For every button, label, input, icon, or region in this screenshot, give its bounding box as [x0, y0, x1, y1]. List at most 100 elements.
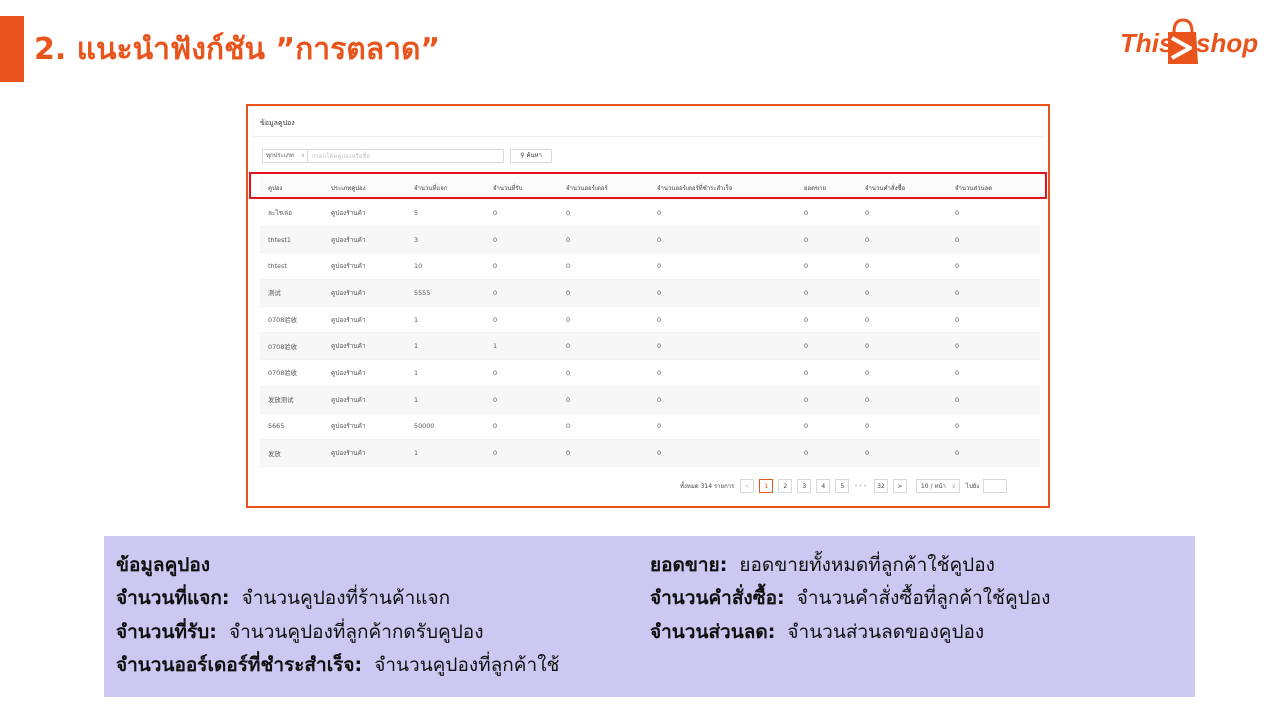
table-cell: 0	[804, 315, 809, 324]
pagination-total: ทั้งหมด 314 รายการ	[680, 483, 735, 490]
legend-heading: ข้อมูลคูปอง	[116, 554, 211, 576]
table-cell: 3	[414, 235, 419, 244]
table-cell: 0	[493, 449, 498, 458]
table-cell: 0	[657, 315, 662, 324]
coupon-table-body: ละไรเล่อ คูปองร้านค้า 5 0 0 0 0 0 0 thtest1 คูปองร…	[260, 200, 1040, 467]
search-button[interactable]: ⚲ ค้นหา	[510, 149, 552, 163]
table-cell: 0	[955, 422, 960, 431]
table-row: 发放 คูปองร้านค้า 1 0 0 0 0 0 0	[260, 440, 1040, 467]
table-cell: 0	[804, 208, 809, 217]
page-button-32[interactable]: 32	[873, 479, 888, 493]
table-cell: คูปองร้านค้า	[331, 422, 366, 431]
table-cell: 0	[804, 422, 809, 431]
table-header: คูปอง ประเภทคูปอง จำนวนที่แจก จำนวนที่รั…	[260, 176, 1040, 200]
legend-term: จำนวนส่วนลด	[650, 621, 768, 643]
column-header-coupon: คูปอง	[268, 185, 283, 192]
legend-item: จำนวนออร์เดอร์ที่ชำระสำเร็จ: จำนวนคูปองท…	[116, 654, 560, 676]
shopping-bag-icon	[1168, 18, 1198, 64]
legend-item: ยอดขาย: ยอดขายทั้งหมดที่ลูกค้าใช้คูปอง	[650, 554, 995, 576]
table-cell: 5555	[414, 288, 431, 297]
table-cell: 0	[955, 368, 960, 377]
table-cell: 0708验收	[268, 369, 298, 378]
table-cell: ละไรเล่อ	[268, 208, 292, 217]
table-cell: 0	[657, 422, 662, 431]
table-cell: 0	[493, 262, 498, 271]
table-cell: 50000	[414, 422, 435, 431]
screenshot-frame: ข้อมูลคูปอง ทุกประเภท ∨ ⚲ ค้นหา คูปอง ปร…	[246, 104, 1050, 508]
legend-desc: จำนวนคูปองที่ร้านค้าแจก	[241, 587, 451, 609]
page-button-5[interactable]: 5	[835, 479, 850, 493]
table-cell: 1	[414, 315, 419, 324]
chevron-down-icon: ∨	[951, 482, 956, 490]
legend-term: จำนวนที่รับ	[116, 621, 210, 643]
legend-term: จำนวนที่แจก	[116, 587, 222, 609]
table-cell: 1	[414, 342, 419, 351]
pagination: ทั้งหมด 314 รายการ < 1 2 3 4 5 ••• 32 > …	[680, 478, 1008, 494]
column-header-distributed: จำนวนที่แจก	[414, 185, 448, 192]
table-cell: คูปองร้านค้า	[331, 315, 366, 324]
table-cell: 0	[955, 449, 960, 458]
table-cell: 1	[414, 449, 419, 458]
thisshop-logo: This shop	[1118, 16, 1268, 68]
table-cell: 0	[657, 395, 662, 404]
table-cell: 0	[657, 208, 662, 217]
page-button-3[interactable]: 3	[797, 479, 812, 493]
table-row: 0708验收 คูปองร้านค้า 1 0 0 0 0 0 0	[260, 360, 1040, 387]
table-cell: 0	[657, 368, 662, 377]
logo-text-shop: shop	[1196, 28, 1259, 58]
table-cell: 0	[865, 288, 870, 297]
next-page-button[interactable]: >	[892, 479, 907, 493]
table-cell: 0	[493, 235, 498, 244]
table-cell: 0	[955, 262, 960, 271]
table-cell: 0	[804, 262, 809, 271]
table-cell: 0	[804, 342, 809, 351]
table-cell: 0	[955, 395, 960, 404]
table-cell: คูปองร้านค้า	[331, 342, 366, 351]
table-cell: 0	[566, 262, 571, 271]
table-cell: 5	[414, 208, 419, 217]
page-button-2[interactable]: 2	[778, 479, 793, 493]
table-cell: 0	[955, 235, 960, 244]
legend-term: ยอดขาย	[650, 554, 720, 576]
table-row: 0708验收 คูปองร้านค้า 1 0 0 0 0 0 0	[260, 307, 1040, 334]
column-header-purchase-count: จำนวนคำสั่งซื้อ	[865, 185, 906, 192]
table-cell: 0	[804, 395, 809, 404]
search-input[interactable]	[308, 149, 504, 163]
page-button-1[interactable]: 1	[759, 479, 774, 493]
table-cell: 0	[657, 342, 662, 351]
column-header-paid-orders: จำนวนออร์เดอร์ที่ชำระสำเร็จ	[657, 185, 733, 192]
panel-title: ข้อมูลคูปอง	[260, 119, 295, 127]
search-button-label: ค้นหา	[526, 152, 542, 159]
column-header-sales: ยอดขาย	[804, 185, 827, 192]
table-cell: 5665	[268, 422, 285, 431]
table-cell: 0	[566, 368, 571, 377]
table-cell: 0	[865, 262, 870, 271]
table-cell: 0	[566, 235, 571, 244]
table-cell: 1	[414, 395, 419, 404]
goto-page-input[interactable]	[983, 479, 1008, 493]
table-cell: 0	[865, 395, 870, 404]
table-cell: 0	[566, 395, 571, 404]
page-button-4[interactable]: 4	[816, 479, 831, 493]
table-cell: 0	[804, 449, 809, 458]
pagination-ellipsis[interactable]: •••	[854, 483, 868, 490]
prev-page-button[interactable]: <	[740, 479, 755, 493]
table-cell: 0	[566, 422, 571, 431]
legend-box: ข้อมูลคูปอง จำนวนที่แจก: จำนวนคูปองที่ร้…	[104, 536, 1195, 697]
table-cell: 1	[414, 368, 419, 377]
table-cell: 0	[955, 208, 960, 217]
page-size-select[interactable]: 10 / หน้า ∨	[915, 479, 960, 493]
panel-divider	[252, 136, 1044, 137]
table-cell: คูปองร้านค้า	[331, 395, 366, 404]
table-cell: 发放	[268, 449, 281, 458]
coupon-type-select[interactable]: ทุกประเภท ∨	[262, 149, 308, 163]
table-cell: thtest	[268, 262, 287, 271]
legend-desc: จำนวนคูปองที่ลูกค้าใช้	[374, 654, 560, 676]
legend-item: จำนวนคำสั่งซื้อ: จำนวนคำสั่งซื้อที่ลูกค้…	[650, 587, 1051, 609]
table-cell: 0	[955, 288, 960, 297]
legend-term: จำนวนออร์เดอร์ที่ชำระสำเร็จ	[116, 654, 355, 676]
table-cell: 10	[414, 262, 423, 271]
table-cell: 0	[657, 262, 662, 271]
table-cell: 0	[566, 315, 571, 324]
table-cell: 0	[493, 395, 498, 404]
